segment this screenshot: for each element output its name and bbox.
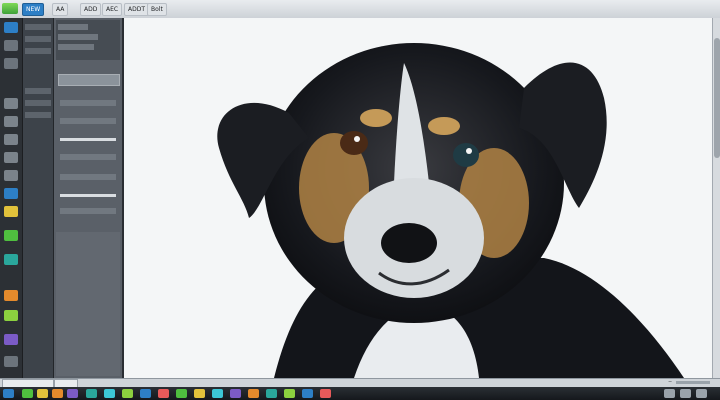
teal-swatch-icon[interactable] <box>4 254 18 265</box>
green-swatch-icon[interactable] <box>4 230 18 241</box>
taskbar-app-icon[interactable] <box>22 389 33 398</box>
panel-field[interactable] <box>60 100 116 106</box>
panel-slider[interactable] <box>60 194 116 197</box>
menu-item-new[interactable]: NEW <box>22 3 45 16</box>
tray-icon[interactable] <box>680 389 691 398</box>
taskbar-app-icon[interactable] <box>158 389 169 398</box>
panel-row[interactable] <box>25 36 51 42</box>
taskbar-app-icon[interactable] <box>320 389 331 398</box>
panel-field[interactable] <box>58 34 98 40</box>
blue-swatch-icon[interactable] <box>4 188 18 199</box>
tray-icon[interactable] <box>664 389 675 398</box>
panel-selected-row[interactable] <box>58 74 120 86</box>
lime-swatch-icon[interactable] <box>4 310 18 321</box>
taskbar-app-icon[interactable] <box>212 389 223 398</box>
taskbar-app-icon[interactable] <box>302 389 313 398</box>
menu-item-aec[interactable]: AEC <box>102 3 123 16</box>
eraser-tool-icon[interactable] <box>4 116 18 127</box>
panel-field[interactable] <box>60 208 116 214</box>
zoom-out-label[interactable]: − <box>668 378 672 387</box>
start-button-icon[interactable] <box>3 389 14 398</box>
panel-row[interactable] <box>25 112 51 118</box>
purple-swatch-icon[interactable] <box>4 334 18 345</box>
move-tool-icon[interactable] <box>4 58 18 69</box>
app-logo-icon[interactable] <box>2 3 18 14</box>
brush-tool-icon[interactable] <box>4 98 18 109</box>
zoom-tool-icon[interactable] <box>4 356 18 367</box>
image-canvas[interactable] <box>124 18 712 378</box>
scrollbar-thumb[interactable] <box>714 38 720 158</box>
taskbar-app-icon[interactable] <box>284 389 295 398</box>
taskbar-app-icon[interactable] <box>122 389 133 398</box>
panel-field[interactable] <box>60 118 116 124</box>
taskbar-app-icon[interactable] <box>37 389 48 398</box>
select-tool-icon[interactable] <box>4 40 18 51</box>
text-tool-icon[interactable] <box>4 152 18 163</box>
taskbar-app-icon[interactable] <box>67 389 78 398</box>
taskbar-app-icon[interactable] <box>104 389 115 398</box>
taskbar-app-icon[interactable] <box>194 389 205 398</box>
menu-item-bolt[interactable]: Bolt <box>147 3 167 16</box>
shape-tool-icon[interactable] <box>4 170 18 181</box>
taskbar-app-icon[interactable] <box>176 389 187 398</box>
panel-field[interactable] <box>60 154 116 160</box>
taskbar-app-icon[interactable] <box>52 389 63 398</box>
menu-item-add[interactable]: ADD <box>80 3 102 16</box>
panel-lower-region <box>56 232 120 376</box>
panel-field[interactable] <box>60 174 116 180</box>
taskbar-app-icon[interactable] <box>266 389 277 398</box>
panel-row[interactable] <box>25 100 51 106</box>
tray-icon[interactable] <box>696 389 707 398</box>
crop-tool-icon[interactable] <box>4 134 18 145</box>
panel-field[interactable] <box>58 44 94 50</box>
document-icon[interactable] <box>4 22 18 33</box>
layers-panel <box>23 18 54 378</box>
vertical-scrollbar[interactable] <box>712 18 720 378</box>
taskbar-app-icon[interactable] <box>140 389 151 398</box>
zoom-slider[interactable] <box>676 381 710 384</box>
taskbar-app-icon[interactable] <box>230 389 241 398</box>
menu-item-addt[interactable]: ADDT <box>124 3 150 16</box>
taskbar-app-icon[interactable] <box>86 389 97 398</box>
orange-swatch-icon[interactable] <box>4 290 18 301</box>
panel-row[interactable] <box>25 88 51 94</box>
panel-row[interactable] <box>25 48 51 54</box>
panel-field[interactable] <box>58 24 88 30</box>
panel-row[interactable] <box>25 24 51 30</box>
dog-photo <box>217 43 684 378</box>
yellow-swatch-icon[interactable] <box>4 206 18 217</box>
menu-item-aa[interactable]: AA <box>52 3 69 16</box>
panel-slider[interactable] <box>60 138 116 141</box>
taskbar-app-icon[interactable] <box>248 389 259 398</box>
